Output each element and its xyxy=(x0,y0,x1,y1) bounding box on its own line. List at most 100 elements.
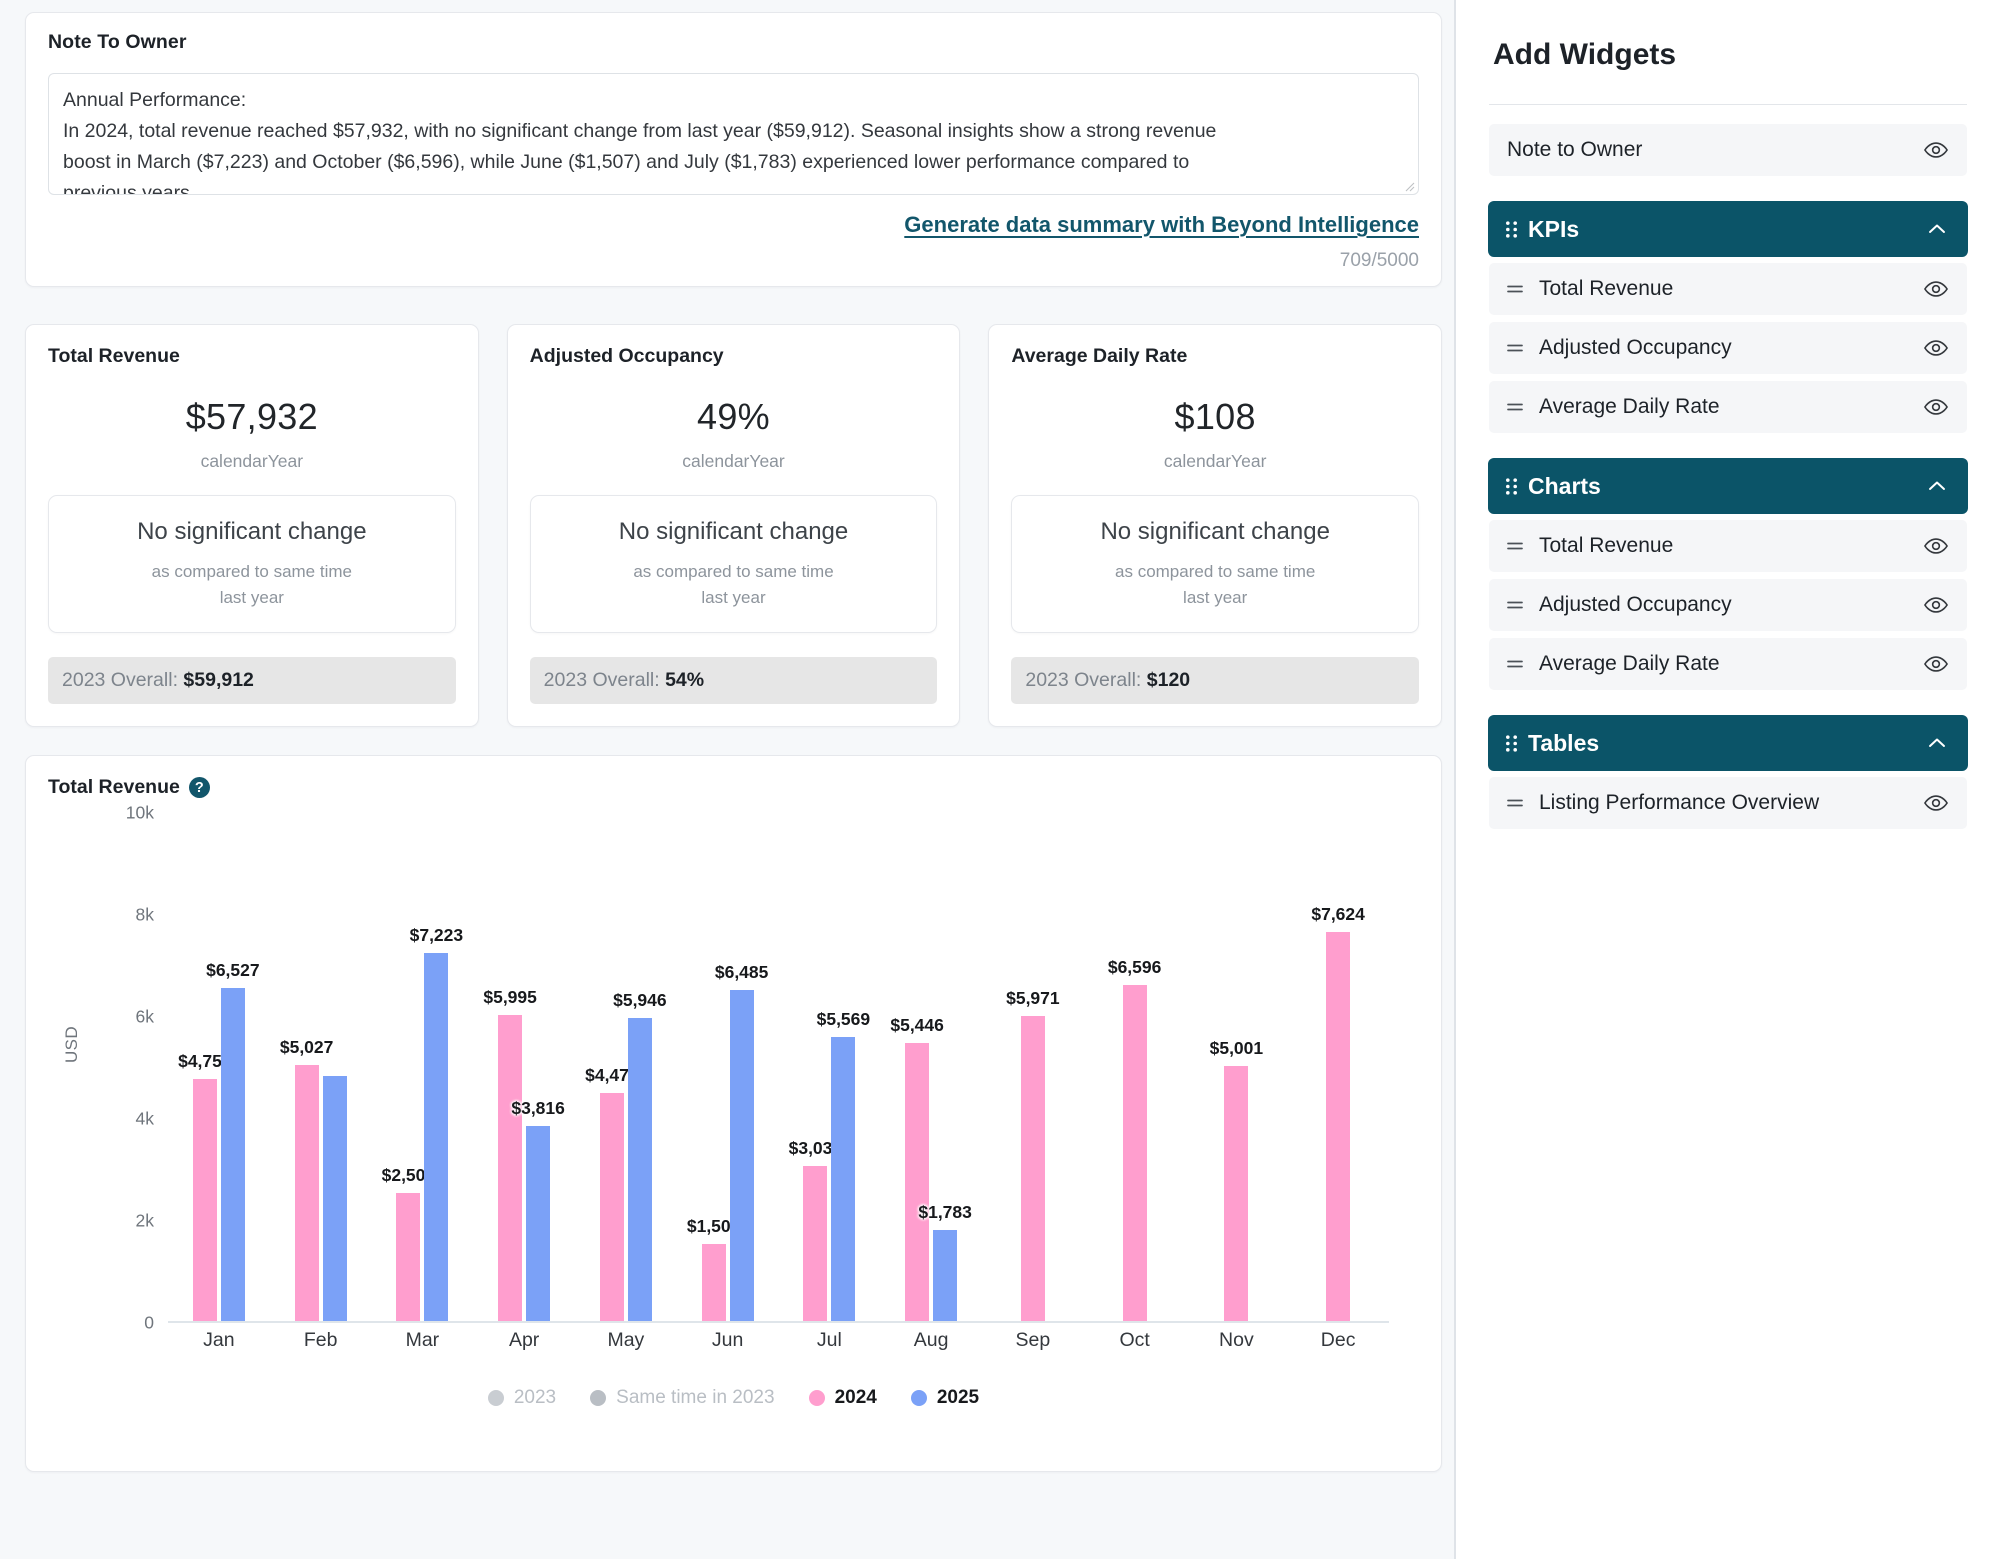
drag-handle-icon[interactable] xyxy=(1505,477,1518,496)
eye-icon[interactable] xyxy=(1923,533,1949,559)
resize-grip-icon[interactable] xyxy=(1401,178,1415,192)
chevron-up-icon[interactable] xyxy=(1925,731,1949,755)
chart-bar-2024[interactable]: $4,754 xyxy=(178,1051,232,1321)
kpi-change-detail: as compared to same time last year xyxy=(59,559,445,611)
sidebar-group-header-charts[interactable]: Charts xyxy=(1489,459,1967,513)
eye-icon[interactable] xyxy=(1923,335,1949,361)
chevron-up-icon[interactable] xyxy=(1925,474,1949,498)
drag-handle-icon[interactable] xyxy=(1505,220,1518,239)
y-tick-label: 8k xyxy=(135,904,154,925)
sidebar-group-label: Tables xyxy=(1528,729,1600,756)
sidebar-item-average-daily-rate[interactable]: Average Daily Rate xyxy=(1489,638,1967,690)
kpi-overall-label: 2023 Overall: xyxy=(62,669,184,691)
note-line-4: previous years. xyxy=(63,182,196,195)
drag-handle-icon[interactable] xyxy=(1505,734,1518,753)
chart-bar-2024[interactable]: $1,507 xyxy=(687,1216,740,1321)
reorder-handle-icon[interactable] xyxy=(1505,654,1525,674)
reorder-handle-icon[interactable] xyxy=(1505,279,1525,299)
chart-bar-2024[interactable]: $4,476 xyxy=(585,1065,639,1321)
legend-item-2024[interactable]: 2024 xyxy=(808,1387,877,1409)
main-content-pane: Note To Owner Annual Performance: In 202… xyxy=(0,0,1456,1559)
chevron-up-icon[interactable] xyxy=(1925,217,1949,241)
chart-month-group: $5,027 xyxy=(280,811,353,1321)
chart-bar-2024[interactable]: $2,504 xyxy=(382,1165,435,1321)
x-axis-tick-label: Jan xyxy=(203,1329,235,1351)
sidebar-item-adjusted-occupancy[interactable]: Adjusted Occupancy xyxy=(1489,322,1967,374)
note-to-owner-card: Note To Owner Annual Performance: In 202… xyxy=(25,12,1442,287)
eye-icon[interactable] xyxy=(1923,276,1949,302)
x-axis-tick-label: Sep xyxy=(1015,1329,1051,1351)
chart-bar-2025[interactable]: $6,485 xyxy=(715,962,768,1321)
legend-label: Same time in 2023 xyxy=(616,1387,775,1408)
chart-bar-value-label: $1,783 xyxy=(918,1202,972,1223)
kpi-title: Average Daily Rate xyxy=(1011,345,1188,367)
kpi-change-detail: as compared to same time last year xyxy=(1022,559,1408,611)
chart-bar-value-label: $5,946 xyxy=(613,989,667,1010)
chart-bar-2024[interactable]: $5,995 xyxy=(483,987,537,1321)
legend-item-2025[interactable]: 2025 xyxy=(910,1387,979,1409)
sidebar-item-total-revenue[interactable]: Total Revenue xyxy=(1489,520,1967,572)
chart-month-group: $3,032 $5,569 xyxy=(789,811,870,1321)
sidebar-item-label: Total Revenue xyxy=(1539,277,1674,300)
kpi-overall-bar: 2023 Overall: 54% xyxy=(529,657,938,704)
sidebar-group-label: Charts xyxy=(1528,472,1601,499)
kpi-change-headline: No significant change xyxy=(618,518,849,545)
chart-bar-value-label: $6,596 xyxy=(1107,956,1162,977)
help-icon[interactable]: ? xyxy=(188,777,210,798)
chart-bar-2025[interactable]: $7,223 xyxy=(410,925,463,1321)
legend-item-same-time-in-2023[interactable]: Same time in 2023 xyxy=(590,1387,775,1409)
chart-bar-2024[interactable]: $5,027 xyxy=(280,1037,333,1321)
sidebar-group-header-tables[interactable]: Tables xyxy=(1489,716,1967,770)
chart-bar-2025[interactable]: $3,816 xyxy=(511,1098,565,1321)
eye-icon[interactable] xyxy=(1923,790,1949,816)
legend-item-2023[interactable]: 2023 xyxy=(487,1387,556,1409)
note-to-owner-textarea[interactable]: Annual Performance: In 2024, total reven… xyxy=(48,73,1419,195)
chart-bar-2025[interactable] xyxy=(322,1075,347,1321)
sidebar-item-average-daily-rate[interactable]: Average Daily Rate xyxy=(1489,381,1967,433)
x-axis-tick-label: Nov xyxy=(1219,1329,1254,1351)
sidebar-item-listing-performance-overview[interactable]: Listing Performance Overview xyxy=(1489,777,1967,829)
kpi-title: Total Revenue xyxy=(48,345,180,367)
generate-data-summary-link[interactable]: Generate data summary with Beyond Intell… xyxy=(904,212,1419,237)
chart-bar-value-label: $5,001 xyxy=(1209,1037,1264,1058)
kpi-change-detail-line2: last year xyxy=(1183,588,1248,607)
reorder-handle-icon[interactable] xyxy=(1505,595,1525,615)
sidebar-title: Add Widgets xyxy=(1493,38,1677,71)
note-to-owner-title: Note To Owner xyxy=(48,31,187,53)
chart-bar-value-label: $6,527 xyxy=(206,960,260,981)
chart-bar-value-label: $7,223 xyxy=(409,924,464,945)
chart-bar-2024[interactable]: $5,446 xyxy=(890,1015,944,1321)
chart-bar-2025[interactable]: $1,783 xyxy=(918,1202,972,1321)
chart-bar-2024[interactable]: $5,971 xyxy=(1006,988,1060,1321)
chart-month-group: $5,001 xyxy=(1204,811,1268,1321)
reorder-handle-icon[interactable] xyxy=(1505,793,1525,813)
reorder-handle-icon[interactable] xyxy=(1505,536,1525,556)
chart-header: Total Revenue ? xyxy=(48,776,1419,799)
sidebar-widget-note-to-owner[interactable]: Note to Owner xyxy=(1489,124,1967,176)
eye-icon[interactable] xyxy=(1923,394,1949,420)
chart-bar-value-label: $5,446 xyxy=(890,1015,944,1036)
chart-bar-2024[interactable]: $5,001 xyxy=(1210,1038,1263,1321)
sidebar-item-total-revenue[interactable]: Total Revenue xyxy=(1489,263,1967,315)
chart-month-group: $5,971 xyxy=(1001,811,1065,1321)
kpi-value: 49% xyxy=(697,396,770,437)
chart-bar-2025[interactable]: $5,569 xyxy=(817,1009,870,1321)
chart-bar-2024[interactable]: $6,596 xyxy=(1108,957,1161,1321)
sidebar-divider xyxy=(1489,104,1967,105)
chart-bar-2025[interactable]: $5,946 xyxy=(613,990,667,1321)
chart-bar-2025[interactable]: $6,527 xyxy=(206,960,260,1321)
y-tick-label: 2k xyxy=(135,1210,154,1231)
x-axis-tick-label: Aug xyxy=(913,1329,949,1351)
sidebar-group-header-kpis[interactable]: KPIs xyxy=(1489,202,1967,256)
sidebar-item-adjusted-occupancy[interactable]: Adjusted Occupancy xyxy=(1489,579,1967,631)
kpi-change-detail-line2: last year xyxy=(219,588,284,607)
eye-icon[interactable] xyxy=(1923,137,1949,163)
chart-bar-2024[interactable]: $7,624 xyxy=(1311,904,1365,1321)
reorder-handle-icon[interactable] xyxy=(1505,397,1525,417)
reorder-handle-icon[interactable] xyxy=(1505,338,1525,358)
chart-bar-2024[interactable]: $3,032 xyxy=(789,1138,842,1321)
eye-icon[interactable] xyxy=(1923,651,1949,677)
kpi-period: calendarYear xyxy=(682,451,785,471)
kpi-card-adjusted-occupancy: Adjusted Occupancy 49% calendarYear No s… xyxy=(506,324,961,727)
eye-icon[interactable] xyxy=(1923,592,1949,618)
